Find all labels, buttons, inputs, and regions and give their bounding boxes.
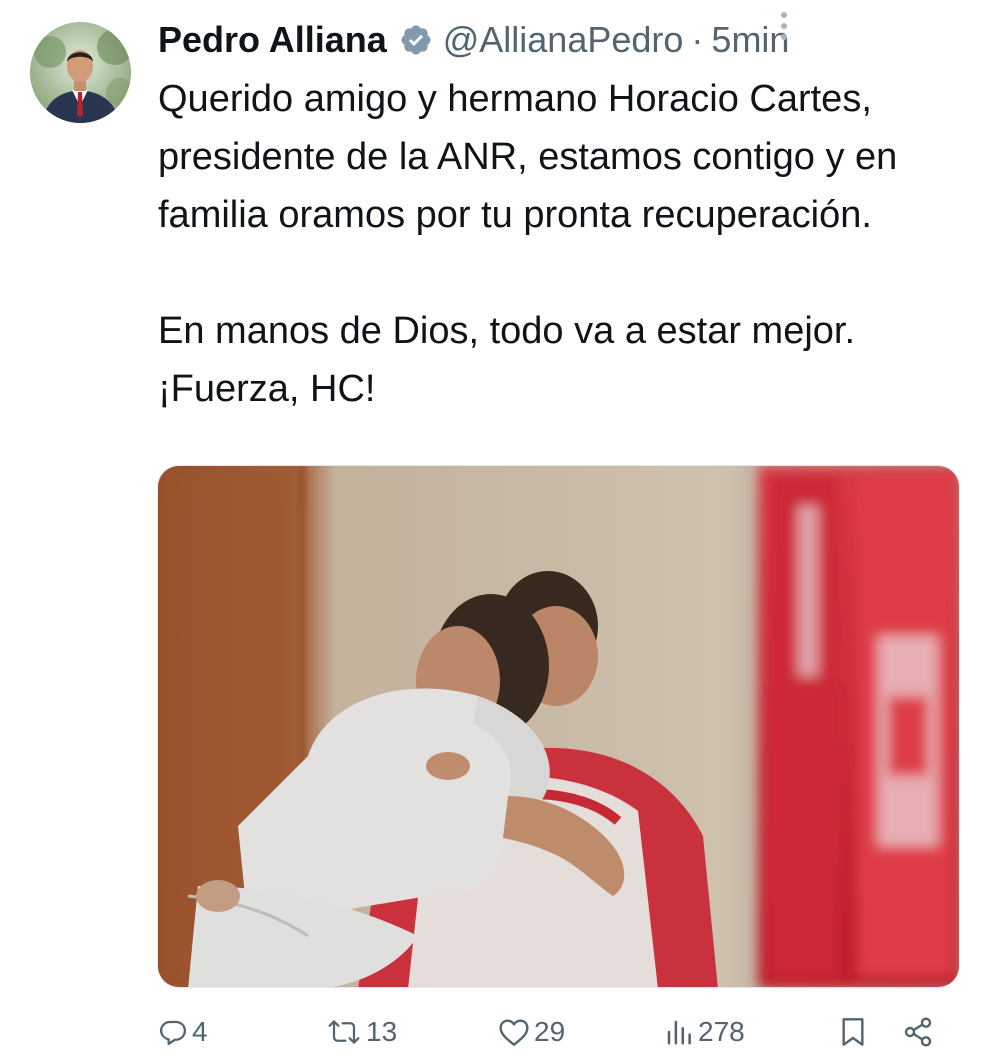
tweet-text: Querido amigo y hermano Horacio Cartes, … xyxy=(158,70,958,418)
verified-badge-icon xyxy=(399,23,433,57)
tweet-paragraph: En manos de Dios, todo va a estar mejor.… xyxy=(158,310,856,410)
more-vertical-icon[interactable] xyxy=(772,6,796,46)
retweet-count: 13 xyxy=(366,1016,398,1047)
views-icon xyxy=(664,1017,694,1047)
share-button[interactable] xyxy=(902,1008,934,1056)
bookmark-button[interactable] xyxy=(838,1008,868,1056)
like-button[interactable]: 29 xyxy=(498,1008,565,1056)
tweet-paragraph: Querido amigo y hermano Horacio Cartes, … xyxy=(158,78,898,236)
tweet-actions: 4 13 29 278 xyxy=(158,1008,958,1056)
like-count: 29 xyxy=(534,1016,566,1047)
author-name[interactable]: Pedro Alliana xyxy=(158,20,387,60)
heart-icon xyxy=(498,1017,530,1047)
views-button[interactable]: 278 xyxy=(664,1008,745,1056)
reply-count: 4 xyxy=(192,1016,208,1047)
bookmark-icon xyxy=(838,1016,868,1048)
reply-icon xyxy=(158,1017,188,1047)
share-icon xyxy=(902,1016,934,1048)
retweet-button[interactable]: 13 xyxy=(326,1008,397,1056)
avatar[interactable] xyxy=(30,22,131,123)
tweet-photo[interactable] xyxy=(157,465,960,988)
views-count: 278 xyxy=(698,1016,745,1047)
tweet-header: Pedro Alliana @AllianaPedro · 5min xyxy=(158,20,958,60)
reply-button[interactable]: 4 xyxy=(158,1008,208,1056)
tweet-card[interactable]: Pedro Alliana @AllianaPedro · 5min Queri… xyxy=(0,0,990,1061)
header-separator: · xyxy=(691,19,704,60)
retweet-icon xyxy=(326,1017,362,1047)
author-handle[interactable]: @AllianaPedro xyxy=(443,20,684,60)
